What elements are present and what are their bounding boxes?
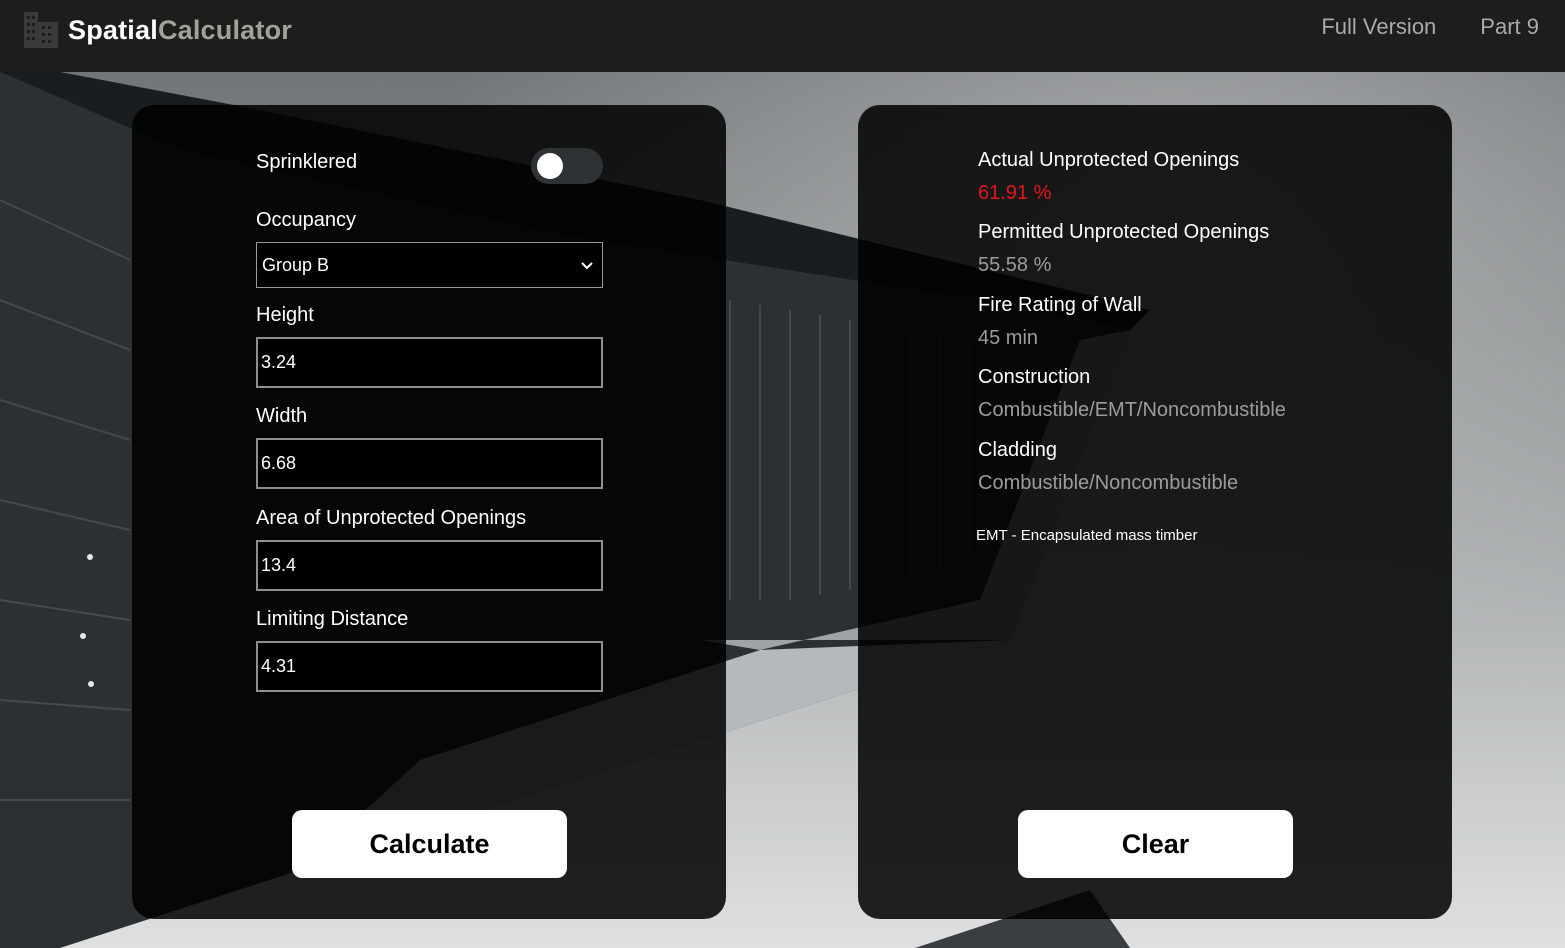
results-panel: Actual Unprotected Openings 61.91 % Perm… xyxy=(858,105,1452,919)
construction-value: Combustible/EMT/Noncombustible xyxy=(978,399,1286,421)
occupancy-select[interactable]: Group B xyxy=(256,242,603,288)
calculator-form-panel: Sprinklered Occupancy Group B Height Wid… xyxy=(132,105,726,919)
permitted-unprotected-openings-label: Permitted Unprotected Openings xyxy=(978,221,1270,243)
brand[interactable]: SpatialCalculator xyxy=(22,10,292,50)
cladding-value: Combustible/Noncombustible xyxy=(978,472,1239,494)
sprinklered-label: Sprinklered xyxy=(256,151,358,173)
limiting-distance-input[interactable] xyxy=(256,641,603,692)
brand-primary: Spatial xyxy=(68,14,158,45)
nav-link-part-9[interactable]: Part 9 xyxy=(1480,14,1539,40)
fire-rating-label: Fire Rating of Wall xyxy=(978,294,1142,316)
construction-label: Construction xyxy=(978,366,1091,388)
page: SpatialCalculator Full Version Part 9 Sp… xyxy=(0,0,1565,948)
height-label: Height xyxy=(256,304,314,326)
navbar: SpatialCalculator Full Version Part 9 xyxy=(0,0,1565,72)
toggle-knob xyxy=(537,153,563,179)
width-input[interactable] xyxy=(256,438,603,489)
actual-unprotected-openings-value: 61.91 % xyxy=(978,182,1052,204)
limiting-distance-label: Limiting Distance xyxy=(256,608,409,630)
calculate-button[interactable]: Calculate xyxy=(292,810,567,878)
permitted-unprotected-openings-value: 55.58 % xyxy=(978,254,1052,276)
chevron-down-icon xyxy=(581,262,593,270)
building-icon xyxy=(24,12,58,48)
emt-footnote: EMT - Encapsulated mass timber xyxy=(976,527,1198,544)
area-unprotected-openings-label: Area of Unprotected Openings xyxy=(256,507,527,529)
height-input[interactable] xyxy=(256,337,603,388)
fire-rating-value: 45 min xyxy=(978,327,1039,349)
cladding-label: Cladding xyxy=(978,439,1057,461)
brand-name: SpatialCalculator xyxy=(68,15,292,46)
brand-secondary: Calculator xyxy=(157,14,292,45)
actual-unprotected-openings-label: Actual Unprotected Openings xyxy=(978,149,1240,171)
nav-link-full-version[interactable]: Full Version xyxy=(1321,14,1436,40)
nav-links: Full Version Part 9 xyxy=(1321,14,1539,40)
occupancy-selected-value: Group B xyxy=(262,254,330,275)
occupancy-label: Occupancy xyxy=(256,209,357,231)
clear-button[interactable]: Clear xyxy=(1018,810,1293,878)
width-label: Width xyxy=(256,405,308,427)
area-unprotected-openings-input[interactable] xyxy=(256,540,603,591)
sprinklered-toggle[interactable] xyxy=(531,148,603,184)
